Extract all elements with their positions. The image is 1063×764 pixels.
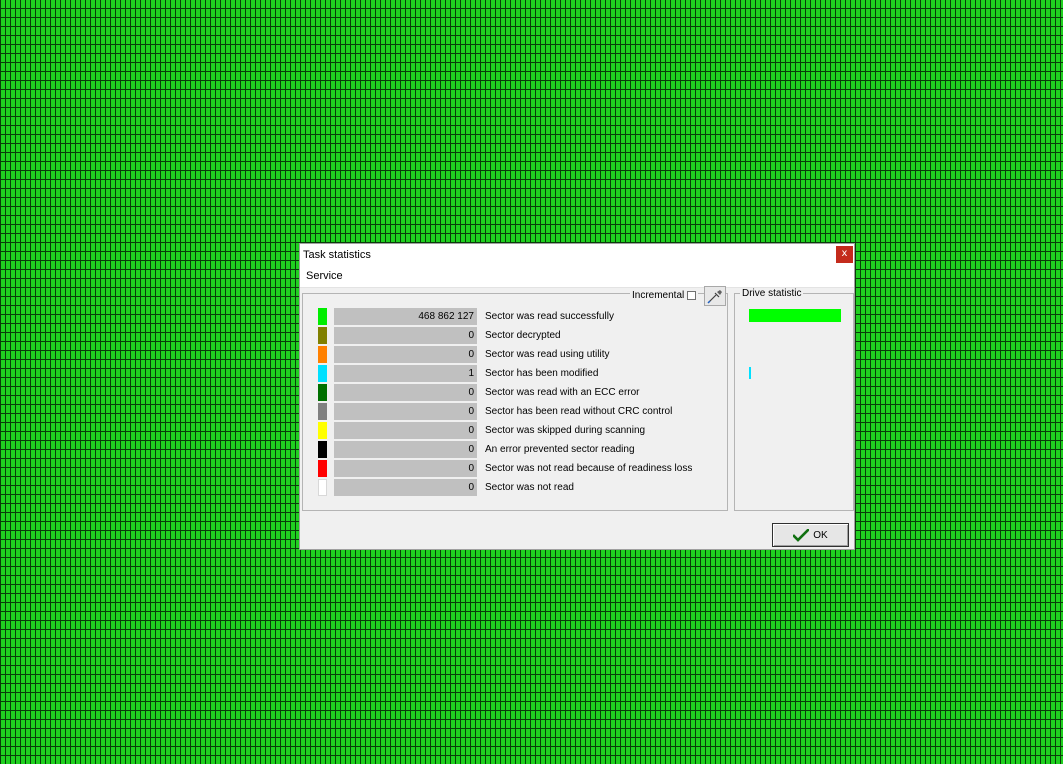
- pipette-icon: [707, 290, 722, 304]
- incremental-option[interactable]: Incremental: [630, 288, 699, 302]
- sector-count: 0: [334, 327, 477, 344]
- sector-count: 0: [334, 403, 477, 420]
- stat-label: An error prevented sector reading: [485, 444, 635, 455]
- stat-label: Sector was read successfully: [485, 311, 614, 322]
- menu-service[interactable]: Service: [306, 270, 343, 282]
- sector-count: 0: [334, 460, 477, 477]
- color-swatch: [318, 327, 327, 344]
- close-button[interactable]: x: [836, 246, 853, 263]
- sector-count: 1: [334, 365, 477, 382]
- pipette-button[interactable]: [704, 286, 726, 306]
- color-swatch: [318, 365, 327, 382]
- stat-label: Sector decrypted: [485, 330, 561, 341]
- drive-modified-marker: [749, 367, 751, 379]
- stat-label: Sector was skipped during scanning: [485, 425, 646, 436]
- ok-button[interactable]: OK: [772, 523, 849, 547]
- sector-count: 0: [334, 384, 477, 401]
- color-swatch: [318, 384, 327, 401]
- color-swatch: [318, 422, 327, 439]
- color-swatch: [318, 460, 327, 477]
- sector-count: 468 862 127: [334, 308, 477, 325]
- checkmark-icon: [793, 528, 810, 542]
- stat-label: Sector was read with an ECC error: [485, 387, 640, 398]
- drive-read-bar: [749, 309, 841, 322]
- sector-count: 0: [334, 422, 477, 439]
- incremental-checkbox[interactable]: [687, 290, 697, 300]
- color-swatch: [318, 403, 327, 420]
- drive-statistic-title: Drive statistic: [740, 288, 804, 300]
- incremental-label: Incremental: [632, 289, 685, 301]
- color-swatch: [318, 441, 327, 458]
- stat-label: Sector has been modified: [485, 368, 599, 379]
- stat-label: Sector was read using utility: [485, 349, 610, 360]
- drive-statistic-group: [734, 293, 854, 511]
- stat-label: Sector was not read: [485, 482, 574, 493]
- sector-count: 0: [334, 346, 477, 363]
- sector-count: 0: [334, 479, 477, 496]
- sector-stats-group: 468 862 127 Sector was read successfully…: [302, 293, 728, 511]
- title-bar: Task statistics x: [300, 244, 854, 266]
- color-swatch: [318, 346, 327, 363]
- stat-label: Sector was not read because of readiness…: [485, 463, 693, 474]
- stat-label: Sector has been read without CRC control: [485, 406, 673, 417]
- menu-bar: Service: [300, 266, 854, 288]
- sector-count: 0: [334, 441, 477, 458]
- ok-label: OK: [813, 529, 828, 541]
- close-icon: x: [841, 248, 848, 259]
- task-statistics-window: Task statistics x Service 468 862 127 Se…: [299, 243, 855, 550]
- color-swatch: [318, 308, 327, 325]
- color-swatch: [318, 479, 327, 496]
- window-title: Task statistics: [303, 249, 371, 261]
